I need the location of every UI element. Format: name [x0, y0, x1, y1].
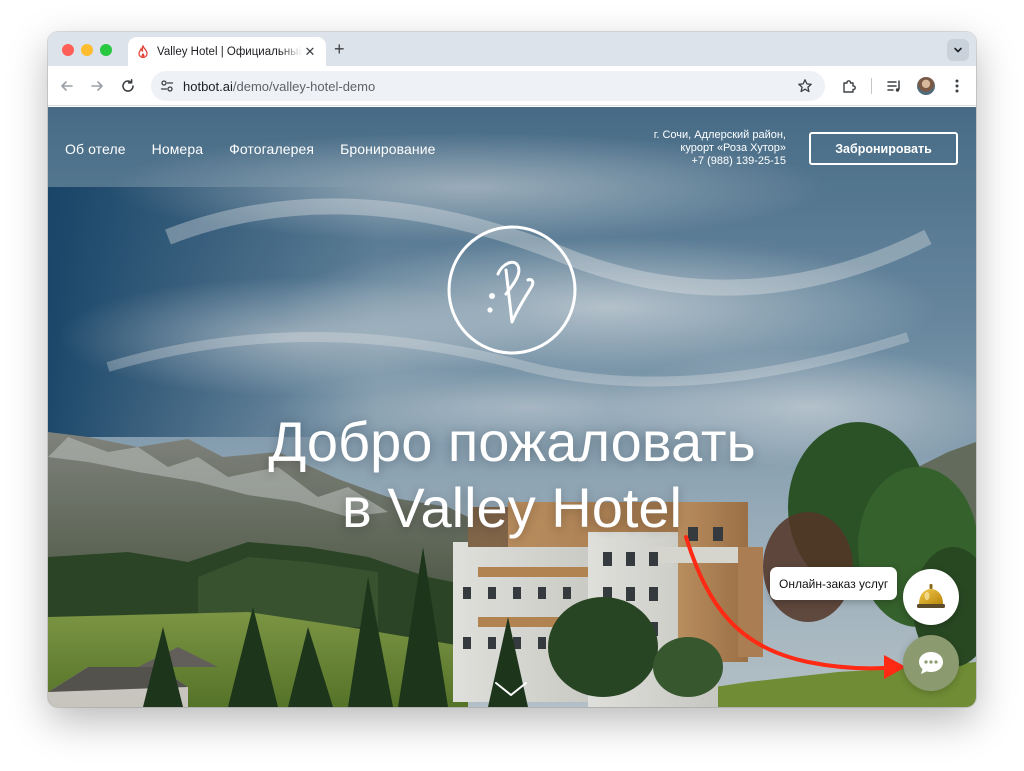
media-queue-icon [886, 79, 900, 92]
kebab-menu-icon [955, 79, 959, 93]
arrow-left-icon [61, 81, 73, 91]
nav-link-booking[interactable]: Бронирование [340, 141, 436, 157]
hotel-main-nav: Об отеле Номера Фотогалерея Бронирование [65, 141, 436, 157]
headline-line-2: в Valley Hotel [342, 476, 682, 539]
puzzle-icon [842, 79, 856, 93]
browser-menu-button[interactable] [947, 76, 967, 96]
chat-widget-button[interactable] [903, 635, 959, 691]
new-tab-icon[interactable]: + [334, 40, 345, 58]
hero-headline: Добро пожаловать в Valley Hotel [48, 409, 976, 541]
service-bell-button[interactable] [903, 569, 959, 625]
address-bar[interactable]: hotbot.ai/demo/valley-hotel-demo [151, 71, 825, 101]
maximize-window-button[interactable] [100, 44, 112, 56]
back-button[interactable] [57, 76, 77, 96]
tab-search-button[interactable] [947, 39, 969, 61]
nav-link-rooms[interactable]: Номера [152, 141, 203, 157]
address-line-2: курорт «Роза Хутор» [680, 142, 786, 154]
browser-toolbar: hotbot.ai/demo/valley-hotel-demo [48, 66, 976, 106]
chevron-down-icon [954, 47, 962, 53]
profile-avatar-icon[interactable] [917, 77, 935, 95]
site-settings-icon[interactable] [160, 79, 174, 93]
toolbar-divider [871, 78, 872, 94]
url-path: /demo/valley-hotel-demo [232, 78, 376, 94]
flame-favicon-icon [138, 44, 148, 58]
media-control-button[interactable] [884, 76, 904, 96]
hero-landscape-image [48, 107, 976, 707]
reload-icon [122, 79, 134, 92]
online-service-order-label[interactable]: Онлайн-заказ услуг [770, 567, 898, 600]
browser-window: Valley Hotel | Официальный сайт ✕ + [48, 32, 976, 707]
url-host: hotbot.ai [183, 78, 233, 94]
phone-number[interactable]: +7 (988) 139-25-15 [654, 155, 786, 168]
hotel-contact-info: г. Сочи, Адлерский район, курорт «Роза Х… [654, 129, 786, 168]
bookmark-star-icon[interactable] [797, 78, 813, 94]
forward-button[interactable] [87, 76, 107, 96]
headline-line-1: Добро пожаловать [268, 410, 756, 473]
scroll-down-chevron-icon[interactable] [494, 680, 528, 698]
nav-link-about[interactable]: Об отеле [65, 141, 126, 157]
minimize-window-button[interactable] [81, 44, 93, 56]
reload-button[interactable] [118, 76, 138, 96]
chat-bubble-icon [919, 652, 943, 674]
tab-title: Valley Hotel | Официальный сайт [157, 45, 302, 58]
extensions-button[interactable] [839, 76, 859, 96]
address-line-1: г. Сочи, Адлерский район, [653, 129, 786, 141]
tab-active[interactable]: Valley Hotel | Официальный сайт ✕ [128, 37, 326, 66]
tab-close-icon[interactable]: ✕ [302, 44, 318, 60]
nav-link-gallery[interactable]: Фотогалерея [229, 141, 314, 157]
book-button[interactable]: Забронировать [809, 132, 958, 165]
tab-strip: Valley Hotel | Официальный сайт ✕ + [48, 32, 976, 66]
arrow-right-icon [91, 81, 103, 91]
close-window-button[interactable] [62, 44, 74, 56]
valley-hotel-logo [447, 225, 577, 355]
hotel-hero-page: Об отеле Номера Фотогалерея Бронирование… [48, 107, 976, 707]
url-text[interactable]: hotbot.ai/demo/valley-hotel-demo [183, 79, 375, 94]
service-bell-icon [917, 584, 945, 608]
